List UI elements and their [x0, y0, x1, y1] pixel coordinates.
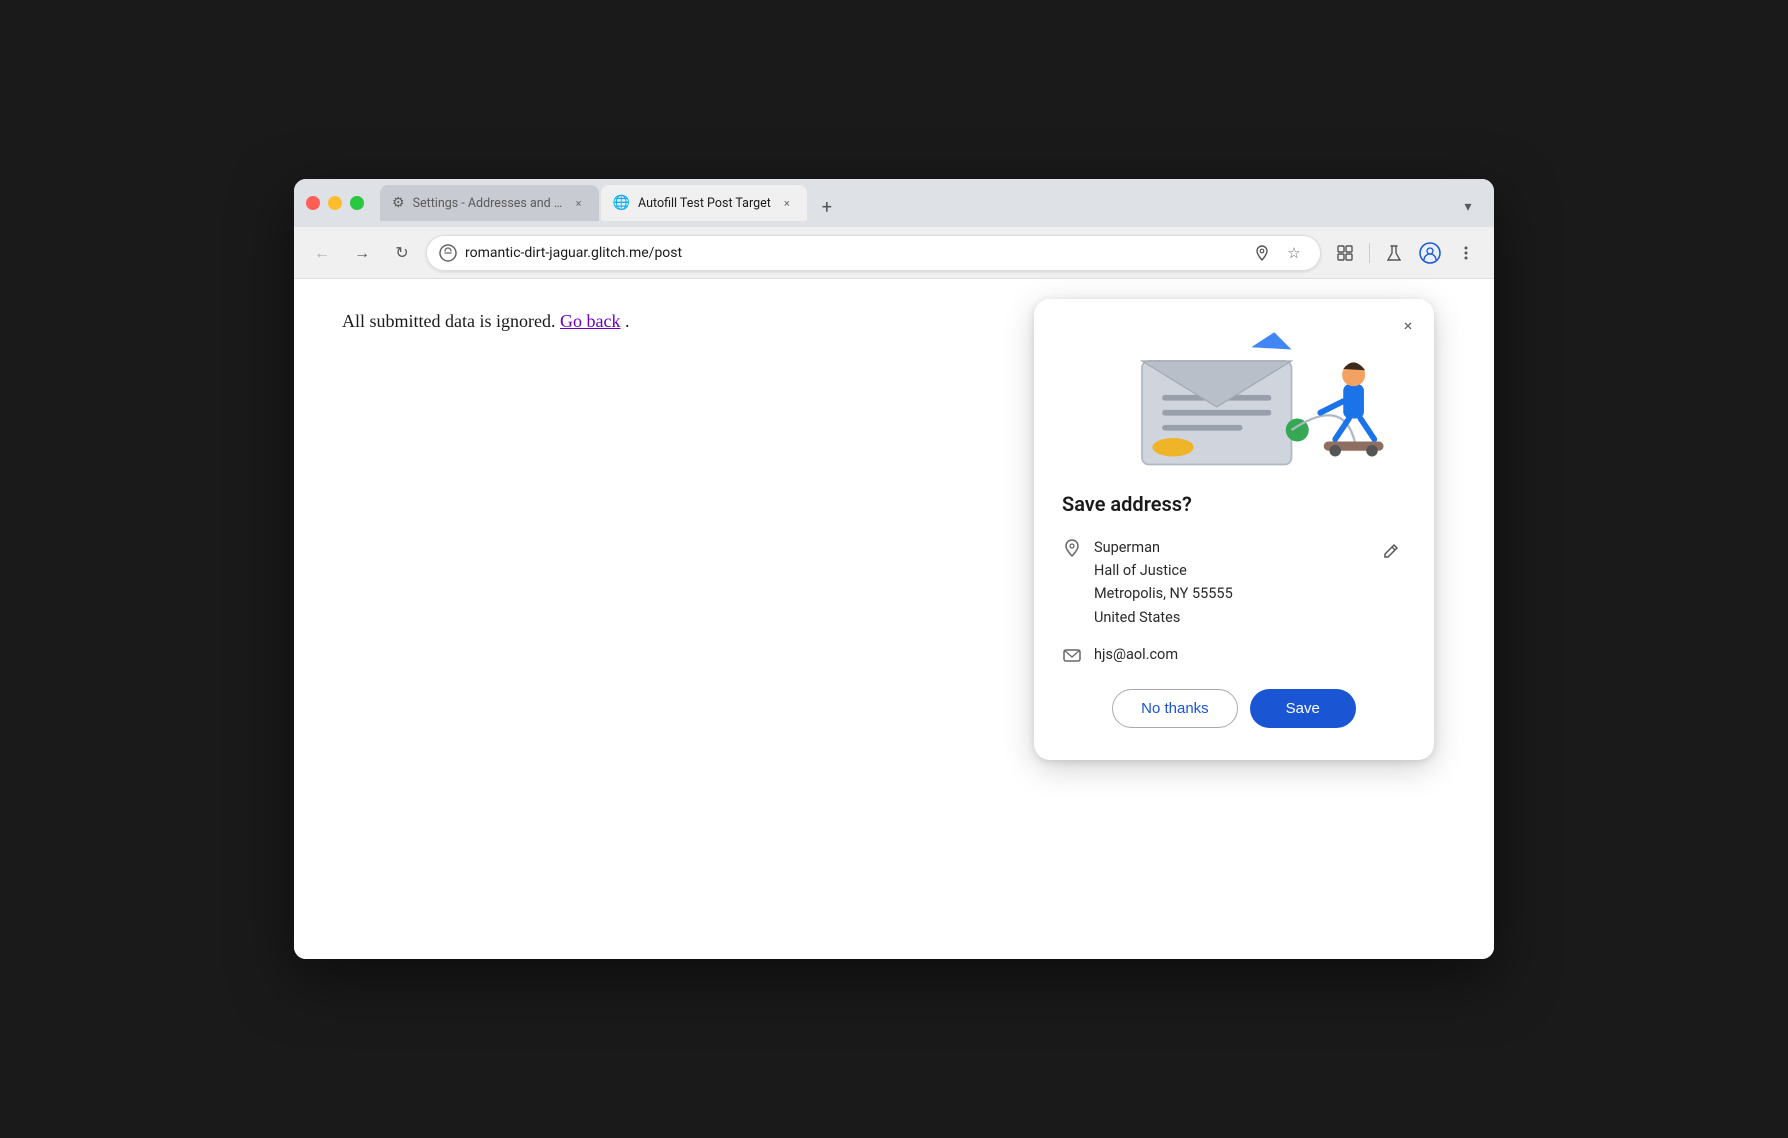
- email-row: hjs@aol.com: [1062, 645, 1406, 665]
- traffic-lights: [306, 196, 364, 210]
- dialog-header: ×: [1034, 299, 1434, 476]
- go-back-link[interactable]: Go back: [560, 311, 620, 331]
- location-pin-button[interactable]: [1248, 239, 1276, 267]
- address-street: Hall of Justice: [1094, 559, 1362, 582]
- email-icon: [1062, 645, 1082, 665]
- browser-window: ⚙ Settings - Addresses and mo × 🌐 Autofi…: [294, 179, 1494, 959]
- reload-icon: ↻: [395, 243, 408, 262]
- address-city: Metropolis, NY 55555: [1094, 582, 1362, 605]
- tab-autofill-close[interactable]: ×: [779, 195, 795, 211]
- star-icon: ☆: [1287, 244, 1300, 262]
- tab-settings[interactable]: ⚙ Settings - Addresses and mo ×: [380, 185, 599, 221]
- address-actions: ☆: [1248, 239, 1308, 267]
- edit-icon: [1381, 543, 1399, 561]
- traffic-light-green[interactable]: [350, 196, 364, 210]
- back-button[interactable]: ←: [306, 237, 338, 269]
- tab-settings-label: Settings - Addresses and mo: [413, 196, 563, 211]
- site-info-icon: [439, 244, 457, 262]
- title-bar: ⚙ Settings - Addresses and mo × 🌐 Autofi…: [294, 179, 1494, 227]
- forward-icon: →: [354, 243, 370, 263]
- labs-button[interactable]: [1378, 237, 1410, 269]
- address-row: Superman Hall of Justice Metropolis, NY …: [1062, 536, 1406, 629]
- omnibar: ← → ↻ romantic-dirt-jaguar.glitch.me/pos…: [294, 227, 1494, 279]
- page-content: All submitted data is ignored. Go back .: [294, 279, 1494, 959]
- save-address-dialog: × Save address? Superman Hall of Justice…: [1034, 299, 1434, 760]
- address-name: Superman: [1094, 536, 1362, 559]
- email-value: hjs@aol.com: [1094, 646, 1178, 663]
- url-text: romantic-dirt-jaguar.glitch.me/post: [465, 245, 1240, 261]
- dialog-close-button[interactable]: ×: [1394, 311, 1422, 339]
- new-tab-button[interactable]: +: [813, 193, 841, 221]
- no-thanks-button[interactable]: No thanks: [1112, 689, 1238, 728]
- toolbar-separator: [1369, 243, 1370, 263]
- tab-chevron[interactable]: ▾: [1454, 193, 1482, 221]
- traffic-light-red[interactable]: [306, 196, 320, 210]
- globe-icon: 🌐: [613, 195, 630, 211]
- back-icon: ←: [314, 243, 330, 263]
- toolbar-actions: [1329, 237, 1482, 269]
- location-address-icon: [1062, 538, 1082, 558]
- reload-button[interactable]: ↻: [386, 237, 418, 269]
- forward-button[interactable]: →: [346, 237, 378, 269]
- star-button[interactable]: ☆: [1280, 239, 1308, 267]
- profile-icon: [1419, 242, 1441, 264]
- address-details: Superman Hall of Justice Metropolis, NY …: [1094, 536, 1362, 629]
- labs-icon: [1384, 243, 1404, 263]
- tab-bar: ⚙ Settings - Addresses and mo × 🌐 Autofi…: [380, 185, 1482, 221]
- menu-icon: [1457, 244, 1475, 262]
- dialog-title: Save address?: [1062, 492, 1406, 516]
- location-icon: [1253, 244, 1271, 262]
- extensions-icon: [1335, 243, 1355, 263]
- tab-autofill-label: Autofill Test Post Target: [638, 196, 771, 211]
- save-button[interactable]: Save: [1250, 689, 1356, 728]
- extensions-button[interactable]: [1329, 237, 1361, 269]
- profile-button[interactable]: [1414, 237, 1446, 269]
- close-icon: ×: [1404, 316, 1413, 335]
- gear-icon: ⚙: [392, 195, 405, 211]
- dialog-illustration: [1050, 315, 1418, 476]
- address-bar[interactable]: romantic-dirt-jaguar.glitch.me/post ☆: [426, 235, 1321, 271]
- tab-autofill[interactable]: 🌐 Autofill Test Post Target ×: [601, 185, 807, 221]
- traffic-light-yellow[interactable]: [328, 196, 342, 210]
- address-country: United States: [1094, 606, 1362, 629]
- edit-address-button[interactable]: [1374, 536, 1406, 568]
- dialog-buttons: No thanks Save: [1062, 689, 1406, 736]
- tab-settings-close[interactable]: ×: [571, 195, 587, 211]
- menu-button[interactable]: [1450, 237, 1482, 269]
- dialog-body: Save address? Superman Hall of Justice M…: [1034, 476, 1434, 760]
